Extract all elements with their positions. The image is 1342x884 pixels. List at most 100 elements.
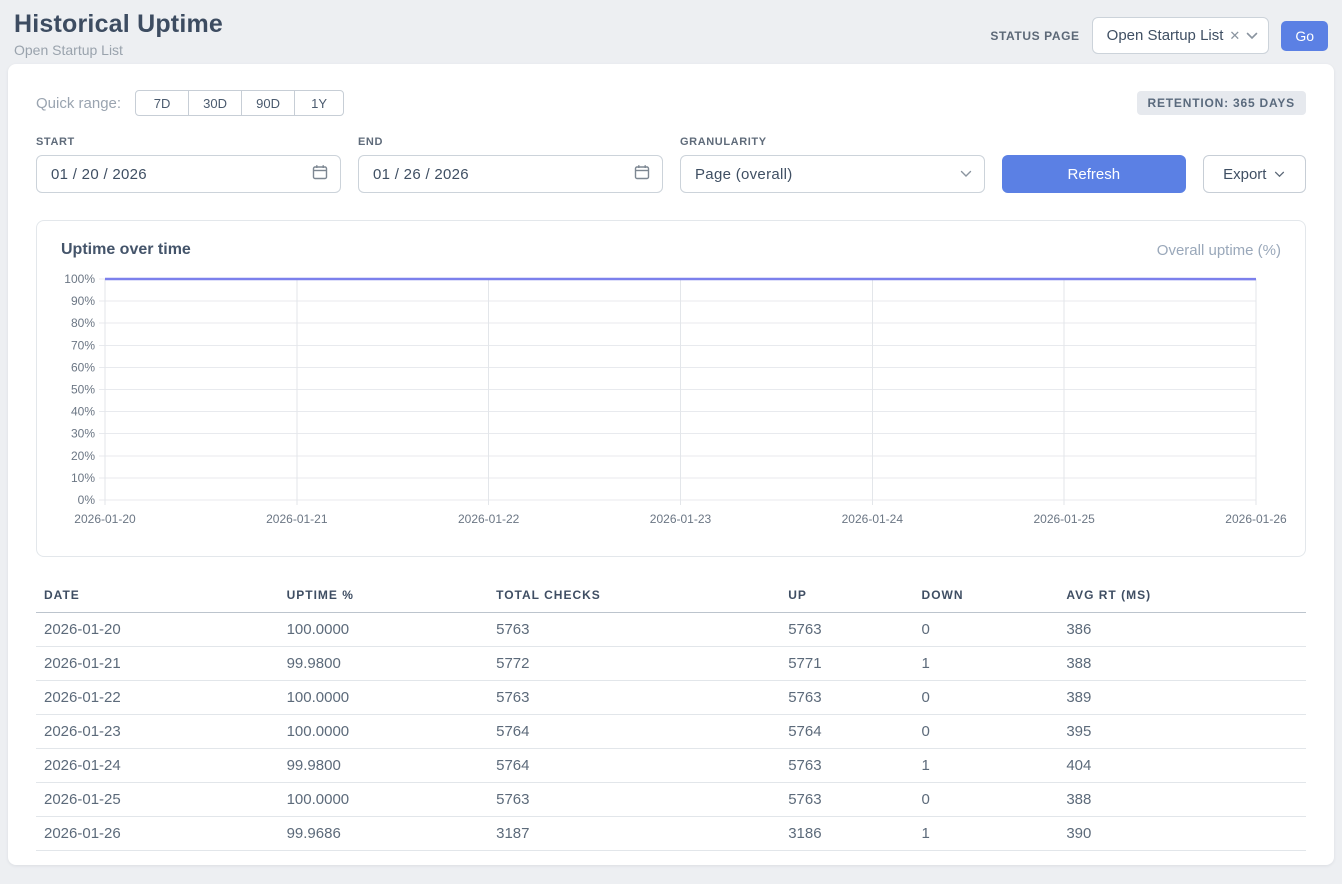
table-cell: 2026-01-23	[36, 715, 279, 749]
table-cell: 389	[1058, 681, 1306, 715]
svg-text:2026-01-25: 2026-01-25	[1033, 512, 1095, 526]
table-cell: 99.9800	[279, 749, 489, 783]
quick-range-row: Quick range: 7D 30D 90D 1Y RETENTION: 36…	[36, 90, 1306, 116]
table-cell: 2026-01-25	[36, 783, 279, 817]
table-cell: 5764	[488, 715, 780, 749]
svg-text:40%: 40%	[71, 405, 95, 419]
table-cell: 386	[1058, 613, 1306, 647]
table-cell: 0	[914, 613, 1059, 647]
main-card: Quick range: 7D 30D 90D 1Y RETENTION: 36…	[8, 64, 1334, 865]
title-block: Historical Uptime Open Startup List	[14, 10, 223, 58]
end-date-field: END 01 / 26 / 2026	[358, 136, 663, 193]
table-cell: 0	[914, 783, 1059, 817]
calendar-icon[interactable]	[312, 164, 328, 185]
table-row: 2026-01-2499.9800576457631404	[36, 749, 1306, 783]
chart-legend: Overall uptime (%)	[1157, 242, 1281, 259]
table-cell: 0	[914, 681, 1059, 715]
svg-text:10%: 10%	[71, 471, 95, 485]
svg-text:2026-01-22: 2026-01-22	[458, 512, 520, 526]
table-cell: 100.0000	[279, 681, 489, 715]
page-subtitle: Open Startup List	[14, 42, 223, 58]
quick-range-label: Quick range:	[36, 95, 121, 112]
clear-selection-icon[interactable]: ✕	[1229, 29, 1240, 42]
svg-text:50%: 50%	[71, 383, 95, 397]
svg-text:80%: 80%	[71, 316, 95, 330]
table-header-row: DATEUPTIME %TOTAL CHECKSUPDOWNAVG RT (MS…	[36, 580, 1306, 613]
table-cell: 3186	[780, 817, 913, 851]
table-cell: 99.9686	[279, 817, 489, 851]
end-date-input[interactable]: 01 / 26 / 2026	[358, 155, 663, 193]
column-header: UPTIME %	[279, 580, 489, 613]
table-cell: 390	[1058, 817, 1306, 851]
quick-range-30d-button[interactable]: 30D	[188, 90, 242, 116]
chart-title: Uptime over time	[61, 241, 191, 259]
uptime-table: DATEUPTIME %TOTAL CHECKSUPDOWNAVG RT (MS…	[36, 580, 1306, 851]
table-row: 2026-01-25100.0000576357630388	[36, 783, 1306, 817]
granularity-select[interactable]: Page (overall)	[680, 155, 985, 193]
refresh-button[interactable]: Refresh	[1002, 155, 1186, 193]
status-page-select[interactable]: Open Startup List ✕	[1092, 17, 1270, 54]
table-cell: 100.0000	[279, 613, 489, 647]
column-header: TOTAL CHECKS	[488, 580, 780, 613]
chevron-down-icon	[1246, 32, 1258, 40]
table-cell: 388	[1058, 783, 1306, 817]
table-cell: 404	[1058, 749, 1306, 783]
table-row: 2026-01-22100.0000576357630389	[36, 681, 1306, 715]
table-row: 2026-01-2199.9800577257711388	[36, 647, 1306, 681]
svg-text:2026-01-20: 2026-01-20	[74, 512, 136, 526]
table-cell: 2026-01-22	[36, 681, 279, 715]
chevron-down-icon	[960, 170, 972, 178]
quick-range-1y-button[interactable]: 1Y	[294, 90, 344, 116]
table-cell: 100.0000	[279, 715, 489, 749]
table-cell: 2026-01-26	[36, 817, 279, 851]
page-title: Historical Uptime	[14, 10, 223, 39]
table-cell: 3187	[488, 817, 780, 851]
svg-text:20%: 20%	[71, 449, 95, 463]
table-cell: 2026-01-24	[36, 749, 279, 783]
table-cell: 0	[914, 715, 1059, 749]
svg-text:70%: 70%	[71, 338, 95, 352]
go-button[interactable]: Go	[1281, 21, 1328, 51]
table-cell: 5763	[780, 783, 913, 817]
export-label: Export	[1223, 166, 1266, 183]
granularity-label: GRANULARITY	[680, 136, 985, 148]
table-cell: 5763	[780, 681, 913, 715]
uptime-chart-card: Uptime over time Overall uptime (%) 0% 10…	[36, 220, 1306, 557]
table-cell: 1	[914, 647, 1059, 681]
table-cell: 388	[1058, 647, 1306, 681]
quick-range-group: 7D 30D 90D 1Y	[135, 90, 344, 116]
table-cell: 5763	[780, 613, 913, 647]
column-header: DOWN	[914, 580, 1059, 613]
start-date-label: START	[36, 136, 341, 148]
quick-range-7d-button[interactable]: 7D	[135, 90, 189, 116]
svg-text:2026-01-21: 2026-01-21	[266, 512, 328, 526]
svg-text:2026-01-24: 2026-01-24	[842, 512, 904, 526]
table-cell: 99.9800	[279, 647, 489, 681]
svg-text:2026-01-26: 2026-01-26	[1225, 512, 1287, 526]
export-button[interactable]: Export	[1203, 155, 1306, 193]
table-cell: 100.0000	[279, 783, 489, 817]
uptime-table-body: 2026-01-20100.00005763576303862026-01-21…	[36, 613, 1306, 851]
calendar-icon[interactable]	[634, 164, 650, 185]
column-header: AVG RT (MS)	[1058, 580, 1306, 613]
table-cell: 1	[914, 817, 1059, 851]
end-date-label: END	[358, 136, 663, 148]
table-cell: 2026-01-20	[36, 613, 279, 647]
chart-header: Uptime over time Overall uptime (%)	[61, 241, 1281, 259]
uptime-chart: 0%10%20%30%40%50%60%70%80%90%100%2026-01…	[61, 271, 1289, 529]
table-cell: 5764	[488, 749, 780, 783]
table-cell: 1	[914, 749, 1059, 783]
quick-range-90d-button[interactable]: 90D	[241, 90, 295, 116]
end-date-value: 01 / 26 / 2026	[373, 166, 469, 183]
start-date-input[interactable]: 01 / 20 / 2026	[36, 155, 341, 193]
table-row: 2026-01-20100.0000576357630386	[36, 613, 1306, 647]
status-page-label: STATUS PAGE	[990, 29, 1079, 43]
table-row: 2026-01-2699.9686318731861390	[36, 817, 1306, 851]
svg-text:0%: 0%	[78, 493, 96, 507]
start-date-value: 01 / 20 / 2026	[51, 166, 147, 183]
svg-text:90%: 90%	[71, 294, 95, 308]
svg-text:2026-01-23: 2026-01-23	[650, 512, 712, 526]
retention-badge: RETENTION: 365 DAYS	[1137, 91, 1306, 115]
header-controls: STATUS PAGE Open Startup List ✕ Go	[990, 17, 1328, 54]
chevron-down-icon	[1274, 171, 1285, 178]
